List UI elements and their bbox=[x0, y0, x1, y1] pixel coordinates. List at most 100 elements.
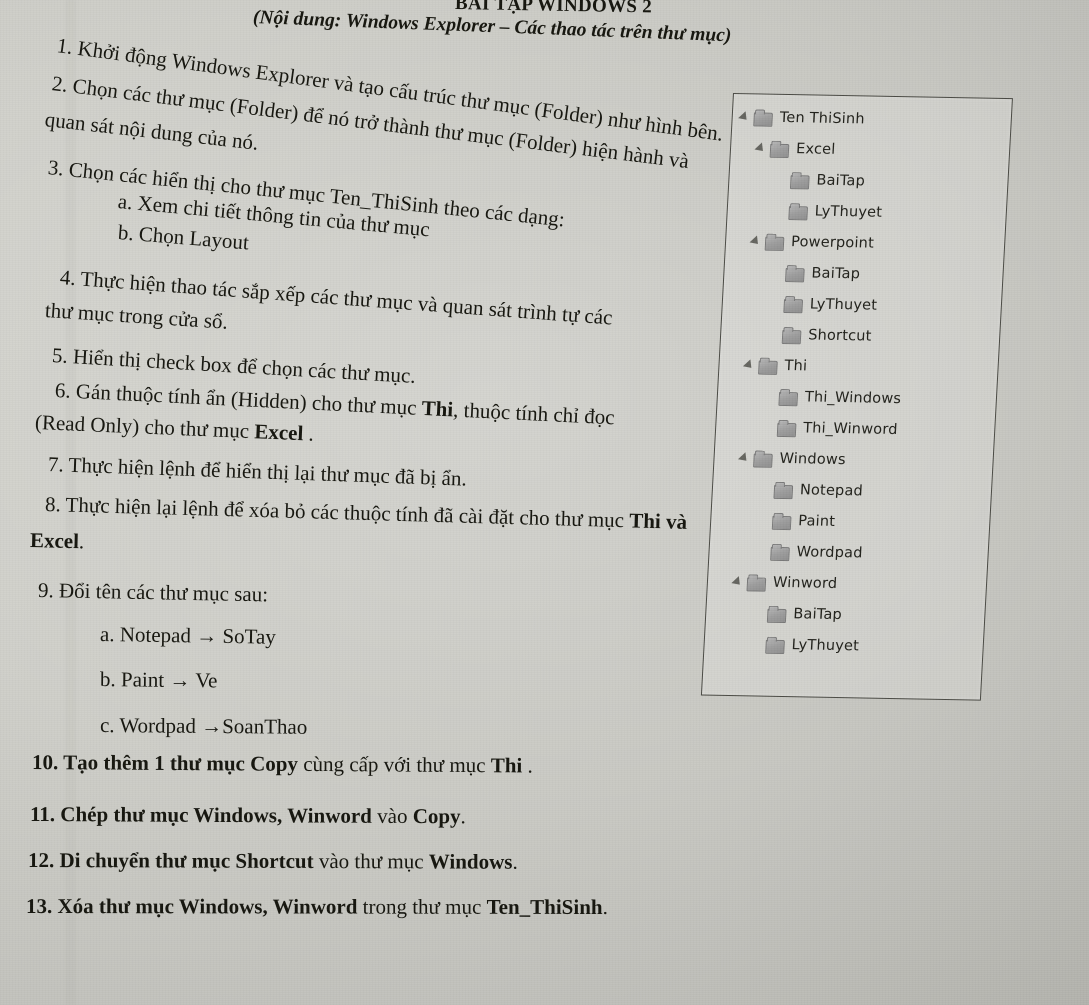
tree-item-thi-winword[interactable]: Thi_Winword bbox=[715, 411, 995, 447]
folder-icon bbox=[753, 450, 773, 466]
tree-item-label: Wordpad bbox=[796, 543, 864, 561]
chevron-placeholder-icon bbox=[764, 390, 778, 403]
tree-item-excel[interactable]: Excel bbox=[730, 132, 1010, 168]
chevron-placeholder-icon bbox=[752, 606, 766, 619]
tree-item-powerpoint[interactable]: Powerpoint bbox=[725, 225, 1005, 261]
exercise-item-9: 9. Đổi tên các thư mục sau: bbox=[37, 578, 269, 607]
item11-text-mid: vào bbox=[371, 803, 413, 829]
folder-icon bbox=[758, 357, 778, 373]
folder-icon bbox=[765, 636, 785, 652]
tree-item-lythuyet[interactable]: LyThuyet bbox=[727, 194, 1007, 230]
chevron-expanded-icon[interactable] bbox=[743, 358, 757, 371]
tree-item-label: Shortcut bbox=[807, 326, 872, 345]
item12-folder-shortcut: Shortcut bbox=[235, 848, 314, 873]
folder-icon bbox=[767, 605, 787, 621]
tree-item-winword[interactable]: Winword bbox=[707, 566, 987, 602]
tree-item-label: BaiTap bbox=[816, 172, 866, 189]
chevron-placeholder-icon bbox=[773, 204, 787, 217]
chevron-placeholder-icon bbox=[775, 173, 789, 186]
tree-item-windows[interactable]: Windows bbox=[714, 442, 994, 478]
item10-folder-thi: Thi bbox=[490, 753, 523, 778]
item8b-text-post: . bbox=[78, 529, 85, 554]
tree-item-label: Paint bbox=[797, 512, 836, 530]
item11-text-end: . bbox=[460, 804, 466, 829]
folder-icon bbox=[770, 140, 790, 156]
folder-icon bbox=[777, 419, 797, 435]
exercise-item-10: 10. Tạo thêm 1 thư mục Copy cùng cấp với… bbox=[32, 750, 533, 778]
tree-item-lythuyet[interactable]: LyThuyet bbox=[704, 628, 984, 664]
chevron-placeholder-icon bbox=[768, 297, 782, 310]
tree-item-lythuyet[interactable]: LyThuyet bbox=[722, 287, 1002, 323]
folder-tree-list: Ten ThiSinh Excel BaiTap LyThuyet Powerpoint… bbox=[704, 94, 1012, 664]
tree-item-label: LyThuyet bbox=[809, 295, 878, 314]
tree-item-label: LyThuyet bbox=[814, 203, 883, 221]
chevron-expanded-icon[interactable] bbox=[755, 141, 769, 154]
exercise-item-13: 13. Xóa thư mục Windows, Winword trong t… bbox=[26, 894, 608, 920]
tree-item-wordpad[interactable]: Wordpad bbox=[709, 535, 989, 571]
item6b-folder-excel: Excel bbox=[253, 419, 304, 446]
folder-icon bbox=[774, 481, 794, 497]
item8b-folder-excel: Excel bbox=[29, 528, 80, 554]
item11-folder-copy: Copy bbox=[412, 804, 461, 829]
tree-item-label: Ten ThiSinh bbox=[779, 109, 866, 127]
item13-text-mid: trong thư mục bbox=[357, 894, 487, 919]
item12-text-end: . bbox=[512, 849, 518, 874]
chevron-placeholder-icon bbox=[767, 328, 781, 341]
exercise-item-9a: a. Notepad → SoTay bbox=[99, 622, 277, 649]
chevron-expanded-icon[interactable] bbox=[750, 234, 764, 247]
exercise-item-12: 12. Di chuyển thư mục Shortcut vào thư m… bbox=[28, 848, 518, 875]
item11-folders-src: Windows, Winword bbox=[193, 802, 372, 828]
chevron-placeholder-icon bbox=[762, 421, 776, 434]
chevron-placeholder-icon bbox=[757, 514, 771, 527]
item13-number: 13. Xóa thư mục bbox=[25, 894, 179, 919]
chevron-placeholder-icon bbox=[770, 266, 784, 279]
tree-item-baitap[interactable]: BaiTap bbox=[729, 163, 1009, 199]
item10-text-end: . bbox=[522, 753, 533, 778]
chevron-placeholder-icon bbox=[755, 544, 769, 557]
tree-item-label: LyThuyet bbox=[791, 636, 860, 654]
tree-item-thi[interactable]: Thi bbox=[719, 349, 999, 385]
item6b-text-post: . bbox=[302, 421, 315, 446]
folder-icon bbox=[778, 388, 798, 404]
folder-icon bbox=[747, 574, 767, 590]
tree-item-label: BaiTap bbox=[792, 605, 843, 623]
exercise-item-11: 11. Chép thư mục Windows, Winword vào Co… bbox=[30, 802, 466, 829]
folder-icon bbox=[790, 172, 810, 188]
exercise-item-9b: b. Paint → Ve bbox=[99, 667, 218, 693]
item12-text-mid: vào thư mục bbox=[313, 848, 429, 874]
exercise-item-8-line2: Excel. bbox=[30, 528, 85, 554]
folder-tree-panel[interactable]: Ten ThiSinh Excel BaiTap LyThuyet Powerpoint… bbox=[700, 93, 1013, 701]
tree-item-label: Windows bbox=[779, 450, 847, 468]
chevron-expanded-icon[interactable] bbox=[738, 110, 752, 123]
chevron-expanded-icon[interactable] bbox=[732, 575, 746, 588]
item13-folders-src: Windows, Winword bbox=[178, 894, 358, 919]
tree-item-shortcut[interactable]: Shortcut bbox=[720, 318, 1000, 354]
folder-icon bbox=[783, 295, 803, 311]
item10-text-mid: cùng cấp với thư mục bbox=[297, 751, 491, 778]
tree-item-baitap[interactable]: BaiTap bbox=[724, 256, 1004, 292]
folder-icon bbox=[782, 326, 802, 342]
tree-item-label: Thi bbox=[784, 357, 808, 374]
exercise-item-9c: c. Wordpad →SoanThao bbox=[99, 713, 308, 739]
item6-folder-thi: Thi bbox=[421, 395, 454, 422]
item13-text-end: . bbox=[602, 895, 608, 920]
folder-icon bbox=[785, 264, 805, 280]
item10-number: 10. Tạo thêm 1 thư mục bbox=[31, 750, 251, 776]
chevron-expanded-icon[interactable] bbox=[738, 451, 752, 464]
tree-item-notepad[interactable]: Notepad bbox=[712, 473, 992, 509]
tree-item-ten-thisinh[interactable]: Ten ThiSinh bbox=[732, 101, 1012, 137]
tree-item-thi-windows[interactable]: Thi_Windows bbox=[717, 380, 997, 416]
tree-item-label: Thi_Windows bbox=[804, 388, 902, 407]
item12-folder-windows: Windows bbox=[428, 849, 513, 874]
tree-item-paint[interactable]: Paint bbox=[710, 504, 990, 540]
tree-item-label: Thi_Winword bbox=[802, 419, 899, 438]
tree-item-label: Notepad bbox=[799, 481, 864, 499]
item13-folder-ten-thisinh: Ten_ThiSinh bbox=[486, 894, 603, 920]
tree-item-label: BaiTap bbox=[811, 264, 861, 282]
tree-item-label: Excel bbox=[795, 140, 836, 158]
tree-item-label: Winword bbox=[772, 574, 838, 592]
folder-icon bbox=[772, 512, 792, 528]
chevron-placeholder-icon bbox=[750, 637, 764, 650]
tree-item-baitap[interactable]: BaiTap bbox=[706, 597, 986, 633]
chevron-placeholder-icon bbox=[759, 483, 773, 496]
